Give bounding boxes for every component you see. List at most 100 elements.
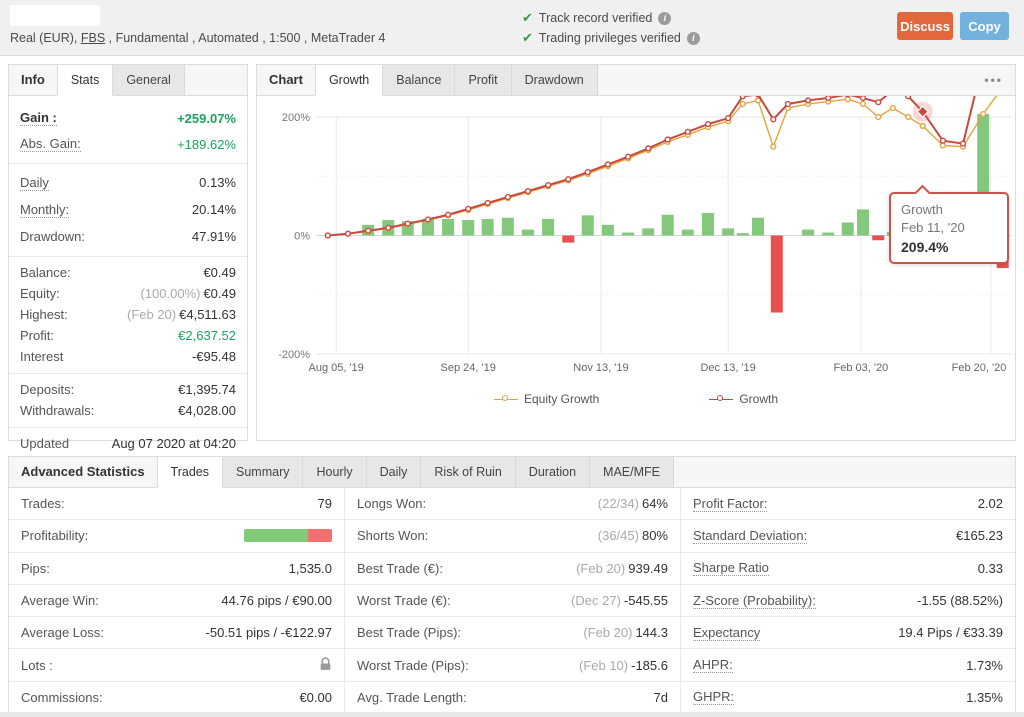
growth-point: [405, 221, 410, 226]
stat-value: 44.76 pips / €90.00: [221, 593, 332, 608]
chart-tab-drawdown[interactable]: Drawdown: [512, 65, 598, 95]
x-axis-tick: Dec 13, '19: [700, 362, 755, 374]
profit-bar: [482, 219, 494, 236]
chart-tab-balance[interactable]: Balance: [383, 65, 455, 95]
info-row-daily: Daily 0.13%: [9, 169, 247, 196]
broker-link[interactable]: FBS: [81, 31, 105, 45]
info-label[interactable]: Deposits:: [20, 382, 74, 397]
info-icon[interactable]: i: [687, 32, 700, 45]
chart-tab-growth[interactable]: Growth: [315, 65, 383, 96]
copy-button[interactable]: Copy: [960, 12, 1009, 40]
stat-label[interactable]: Longs Won:: [357, 496, 426, 511]
info-label[interactable]: Highest:: [20, 307, 68, 322]
info-row-profit: Profit:€2,637.52: [9, 325, 247, 346]
stats-tab-trades[interactable]: Trades: [157, 457, 223, 488]
stat-label[interactable]: Shorts Won:: [357, 528, 428, 543]
info-tab-general[interactable]: General: [113, 65, 184, 95]
chart-menu-icon[interactable]: •••: [984, 65, 1003, 95]
trades-statistics-table: Trades:79Longs Won:(22/34)64%Profit Fact…: [9, 488, 1015, 714]
stat-label[interactable]: Pips:: [21, 561, 50, 576]
info-value: (Feb 20)€4,511.63: [127, 307, 236, 322]
value-main: €0.00: [299, 690, 332, 705]
chart-tab-profit[interactable]: Profit: [455, 65, 511, 95]
growth-point: [665, 137, 670, 142]
stat-label[interactable]: Z-Score (Probability):: [693, 593, 816, 609]
stat-label[interactable]: Commissions:: [21, 690, 103, 705]
stat-cell-avg-trade-length: Avg. Trade Length:7d: [345, 682, 681, 714]
stat-label[interactable]: Worst Trade (€):: [357, 593, 451, 608]
value-main: €0.49: [203, 265, 236, 280]
loss-bar: [562, 236, 574, 243]
value-main: 1.35%: [966, 690, 1003, 705]
profit-bar: [702, 213, 714, 236]
info-row-abs-gain: Abs. Gain:+189.62%: [9, 131, 247, 157]
stats-tab-mae-mfe[interactable]: MAE/MFE: [590, 457, 674, 487]
stat-cell-z-score-probability: Z-Score (Probability):-1.55 (88.52%): [681, 585, 1015, 617]
info-tab-stats[interactable]: Stats: [57, 65, 114, 96]
stats-tab-summary[interactable]: Summary: [223, 457, 303, 487]
x-axis-tick: Feb 20, '20: [952, 362, 1007, 374]
top-header: Real (EUR), FBS , Fundamental , Automate…: [0, 0, 1024, 56]
stat-value: €0.00: [299, 690, 332, 705]
stat-label[interactable]: Lots :: [21, 658, 53, 673]
stat-cell-sharpe-ratio: Sharpe Ratio 0.33: [681, 553, 1015, 585]
legend-growth[interactable]: Growth: [709, 392, 778, 406]
stat-label[interactable]: Worst Trade (Pips):: [357, 658, 469, 673]
info-icon[interactable]: i: [658, 12, 671, 25]
growth-point: [861, 96, 866, 100]
stat-label[interactable]: Best Trade (€):: [357, 561, 443, 576]
x-axis-tick: Feb 03, '20: [834, 362, 889, 374]
profit-bar: [752, 218, 764, 236]
stat-cell-shorts-won: Shorts Won: (36/45)80%: [345, 520, 681, 552]
info-label[interactable]: Updated: [20, 436, 69, 451]
legend-equity-growth[interactable]: Equity Growth: [494, 392, 599, 406]
profit-bar: [622, 233, 634, 236]
stat-value: 1.35%: [966, 690, 1003, 705]
stat-label[interactable]: Sharpe Ratio: [693, 560, 769, 576]
stat-cell-ahpr: AHPR:1.73%: [681, 649, 1015, 681]
value-main: €0.49: [203, 286, 236, 301]
info-label[interactable]: Profit:: [20, 328, 54, 343]
stat-label[interactable]: Standard Deviation:: [693, 528, 807, 544]
stat-cell-standard-deviation: Standard Deviation:€165.23: [681, 520, 1015, 552]
stat-label[interactable]: Avg. Trade Length:: [357, 690, 467, 705]
stats-label[interactable]: Advanced Statistics: [9, 457, 157, 487]
info-value: 0.13%: [199, 175, 236, 190]
info-label[interactable]: Info: [9, 65, 57, 95]
info-label[interactable]: Balance:: [20, 265, 71, 280]
info-label[interactable]: Abs. Gain:: [20, 136, 81, 152]
stat-label[interactable]: AHPR:: [693, 657, 733, 673]
loss-bar: [771, 236, 783, 313]
stat-label[interactable]: Average Loss:: [21, 625, 104, 640]
stats-tab-duration[interactable]: Duration: [516, 457, 590, 487]
stats-tab-daily[interactable]: Daily: [367, 457, 422, 487]
stat-label[interactable]: Best Trade (Pips):: [357, 625, 461, 640]
stat-value: (36/45)80%: [598, 528, 668, 543]
account-info-panel: InfoStatsGeneral Gain :+259.07%Abs. Gain…: [8, 64, 248, 441]
chart-label[interactable]: Chart: [257, 65, 315, 95]
stat-label[interactable]: Expectancy: [693, 625, 760, 641]
profitability-bar: [244, 529, 332, 542]
value-main: 0.33: [978, 561, 1003, 576]
stat-label[interactable]: Profit Factor:: [693, 496, 767, 512]
stat-label[interactable]: Profitability:: [21, 528, 88, 543]
profit-bar: [857, 209, 869, 235]
discuss-button[interactable]: Discuss: [897, 12, 953, 40]
info-label[interactable]: Monthly:: [20, 202, 69, 218]
info-label[interactable]: Drawdown:: [20, 229, 85, 244]
stat-label[interactable]: GHPR:: [693, 689, 734, 705]
stats-tab-risk-of-ruin[interactable]: Risk of Ruin: [421, 457, 515, 487]
stats-tab-hourly[interactable]: Hourly: [303, 457, 366, 487]
value-main: -€95.48: [192, 349, 236, 364]
info-label[interactable]: Withdrawals:: [20, 403, 94, 418]
stat-label[interactable]: Average Win:: [21, 593, 99, 608]
info-label[interactable]: Daily: [20, 175, 49, 191]
growth-chart[interactable]: 400%200%0%-200%-400%Aug 05, '19Sep 24, '…: [257, 96, 1015, 441]
info-label[interactable]: Equity:: [20, 286, 60, 301]
info-label[interactable]: Interest: [20, 349, 63, 364]
stat-label[interactable]: Trades:: [21, 496, 65, 511]
info-label[interactable]: Gain :: [20, 110, 57, 126]
value-main: 80%: [642, 528, 668, 543]
value-prefix: (Dec 27): [571, 593, 621, 608]
growth-point: [366, 228, 371, 233]
